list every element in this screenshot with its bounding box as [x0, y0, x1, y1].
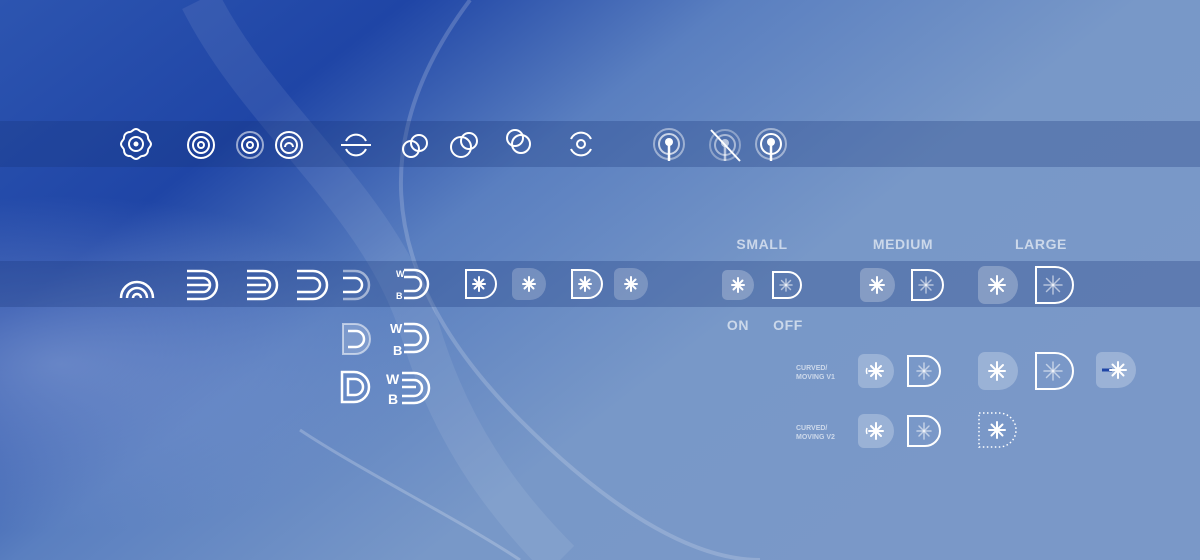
asterisk-tile-curved-icon [858, 354, 894, 388]
size-label-large: LARGE [1015, 236, 1067, 252]
signal-pin-off-icon [709, 129, 741, 162]
d-stripes-icon [343, 269, 371, 301]
wb-letter-b: B [396, 291, 403, 301]
asterisk-tile-curved-icon [978, 352, 1018, 390]
asterisk-tile-off-icon [911, 269, 944, 301]
signal-pin-icon [755, 128, 787, 161]
asterisk-tile-on-icon [860, 268, 895, 302]
rainbow-arc-icon [119, 280, 155, 299]
overlap-circles-icon [402, 134, 428, 158]
asterisk-tile-dotted-icon [978, 412, 1017, 448]
wb-letter-b: B [388, 391, 398, 407]
wb-letter-b: B [393, 343, 402, 358]
asterisk-tile-off-icon [1035, 352, 1074, 390]
wb-letter-w: W [386, 371, 400, 387]
asterisk-tile-moving-icon [1096, 352, 1136, 388]
curved-v2-label: CURVED/ MOVING V2 [796, 425, 835, 441]
wb-d-icon: W B [396, 268, 430, 301]
wb-letter-w: W [390, 321, 403, 336]
split-circle-icon [570, 131, 592, 157]
d-stripes-icon [297, 269, 329, 301]
asterisk-tile-off-icon [907, 415, 941, 447]
asterisk-tile-off-icon [907, 355, 941, 387]
asterisk-tile-off-icon [1035, 266, 1074, 304]
asterisk-tile-curved-icon [858, 414, 894, 448]
concentric-arc-icon [275, 131, 303, 159]
asterisk-tile-off-icon [772, 271, 802, 299]
overlap-circles-icon [506, 129, 531, 154]
asterisk-tile-on-icon [722, 270, 754, 300]
size-label-medium: MEDIUM [872, 236, 934, 252]
curved-v1-label: CURVED/ MOVING V1 [796, 365, 835, 381]
d-stripes-icon [342, 323, 371, 355]
size-label-small: SMALL [736, 236, 788, 252]
wb-d-icon: W B [390, 321, 430, 358]
asterisk-tile-icon [465, 269, 497, 299]
split-circle-icon [341, 133, 371, 157]
d-stripes-icon [187, 269, 219, 301]
concentric-circles-icon [187, 131, 215, 159]
asterisk-tile-on-icon [978, 266, 1018, 304]
signal-pin-icon [653, 128, 685, 161]
wb-d-icon: W B [386, 371, 431, 407]
wb-letter-w: W [396, 269, 405, 279]
flower-target-icon [119, 127, 153, 161]
asterisk-tile-icon [614, 268, 648, 300]
asterisk-tile-icon [571, 269, 603, 299]
asterisk-tile-icon [512, 268, 546, 300]
d-stripes-icon [247, 269, 279, 301]
state-label-on: ON [726, 317, 750, 333]
top-icon-band [0, 121, 1200, 167]
d-stripes-icon [340, 370, 371, 404]
concentric-circles-dim-icon [236, 131, 264, 159]
overlap-circles-icon [450, 132, 478, 158]
state-label-off: OFF [773, 317, 803, 333]
